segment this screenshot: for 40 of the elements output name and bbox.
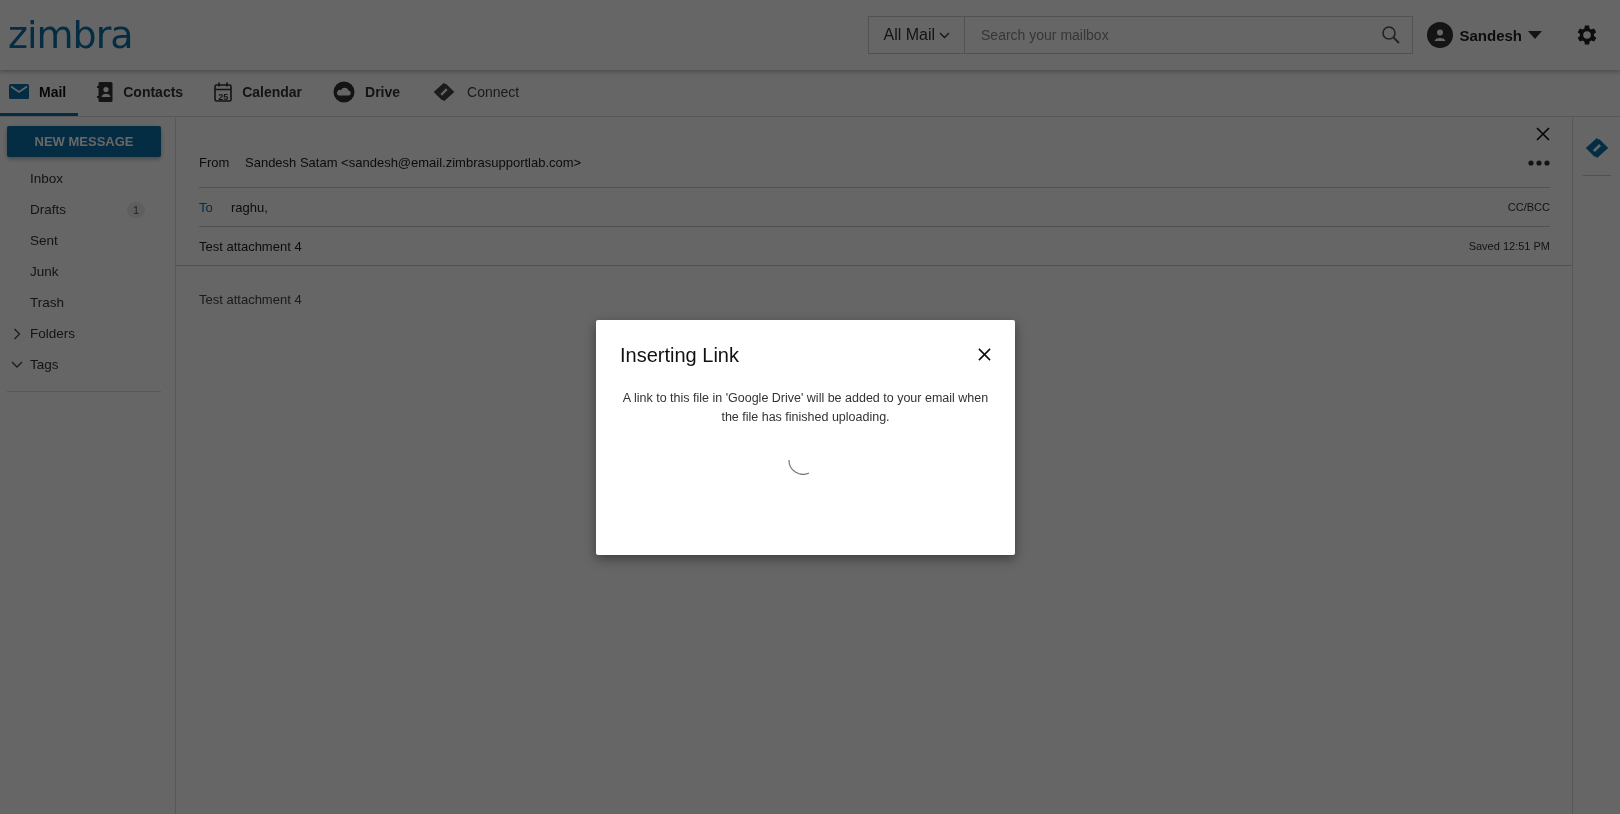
nav-tab[interactable]: Mail xyxy=(0,70,79,116)
calendar-icon: 25 xyxy=(214,81,233,102)
cc-bcc-link[interactable]: CC/BCC xyxy=(1507,201,1550,213)
close-icon[interactable] xyxy=(978,348,991,361)
unread-count: 1 xyxy=(126,201,145,218)
to-label[interactable]: To xyxy=(199,199,221,215)
chevron-right-icon xyxy=(11,327,23,340)
new-message-button[interactable]: NEW MESSAGE xyxy=(7,126,161,157)
cloud-icon xyxy=(333,80,356,103)
zimbra-logo: zimbra xyxy=(8,16,133,54)
chevron-down-icon xyxy=(11,361,23,368)
envelope-icon xyxy=(9,84,29,99)
nav-tab[interactable]: Contacts xyxy=(88,70,196,116)
chevron-down-icon xyxy=(939,31,951,39)
message-body-text[interactable]: Test attachment 4 xyxy=(199,266,1550,307)
recipient-field[interactable]: raghu, xyxy=(231,199,268,215)
subject-field[interactable]: Test attachment 4 xyxy=(199,238,302,254)
sender-address: Sandesh Satam <sandesh@email.zimbrasupportlab.com> xyxy=(245,155,582,170)
nav-tab[interactable]: Connect xyxy=(422,70,532,116)
search-scope-dropdown[interactable]: All Mail xyxy=(868,16,966,54)
folder-item[interactable]: Drafts 1 xyxy=(7,194,161,225)
folder-item[interactable]: Junk xyxy=(7,256,161,287)
nav-tab[interactable]: 25 Calendar xyxy=(205,70,315,116)
folder-item[interactable]: Sent xyxy=(7,225,161,256)
nav-tab[interactable]: Drive xyxy=(324,70,413,116)
folder-group-toggle[interactable]: Tags xyxy=(7,349,161,380)
saved-status: Saved 12:51 PM xyxy=(1468,240,1550,252)
dialog-title: Inserting Link xyxy=(620,343,739,367)
more-options-icon[interactable] xyxy=(1528,160,1550,166)
user-menu[interactable]: Sandesh xyxy=(1427,22,1542,48)
folder-group-toggle[interactable]: Folders xyxy=(7,318,161,349)
folder-item[interactable]: Trash xyxy=(7,287,161,318)
folder-item[interactable]: Inbox xyxy=(7,163,161,194)
address-book-icon xyxy=(97,81,114,102)
avatar-icon xyxy=(1427,22,1454,48)
caret-down-icon xyxy=(1528,31,1542,39)
loading-spinner-icon xyxy=(786,459,811,475)
search-icon[interactable] xyxy=(1381,25,1402,45)
dialog-message: A link to this file in 'Google Drive' will be added to your email when the file has finished uploading. xyxy=(621,390,990,426)
from-label: From xyxy=(199,155,229,170)
